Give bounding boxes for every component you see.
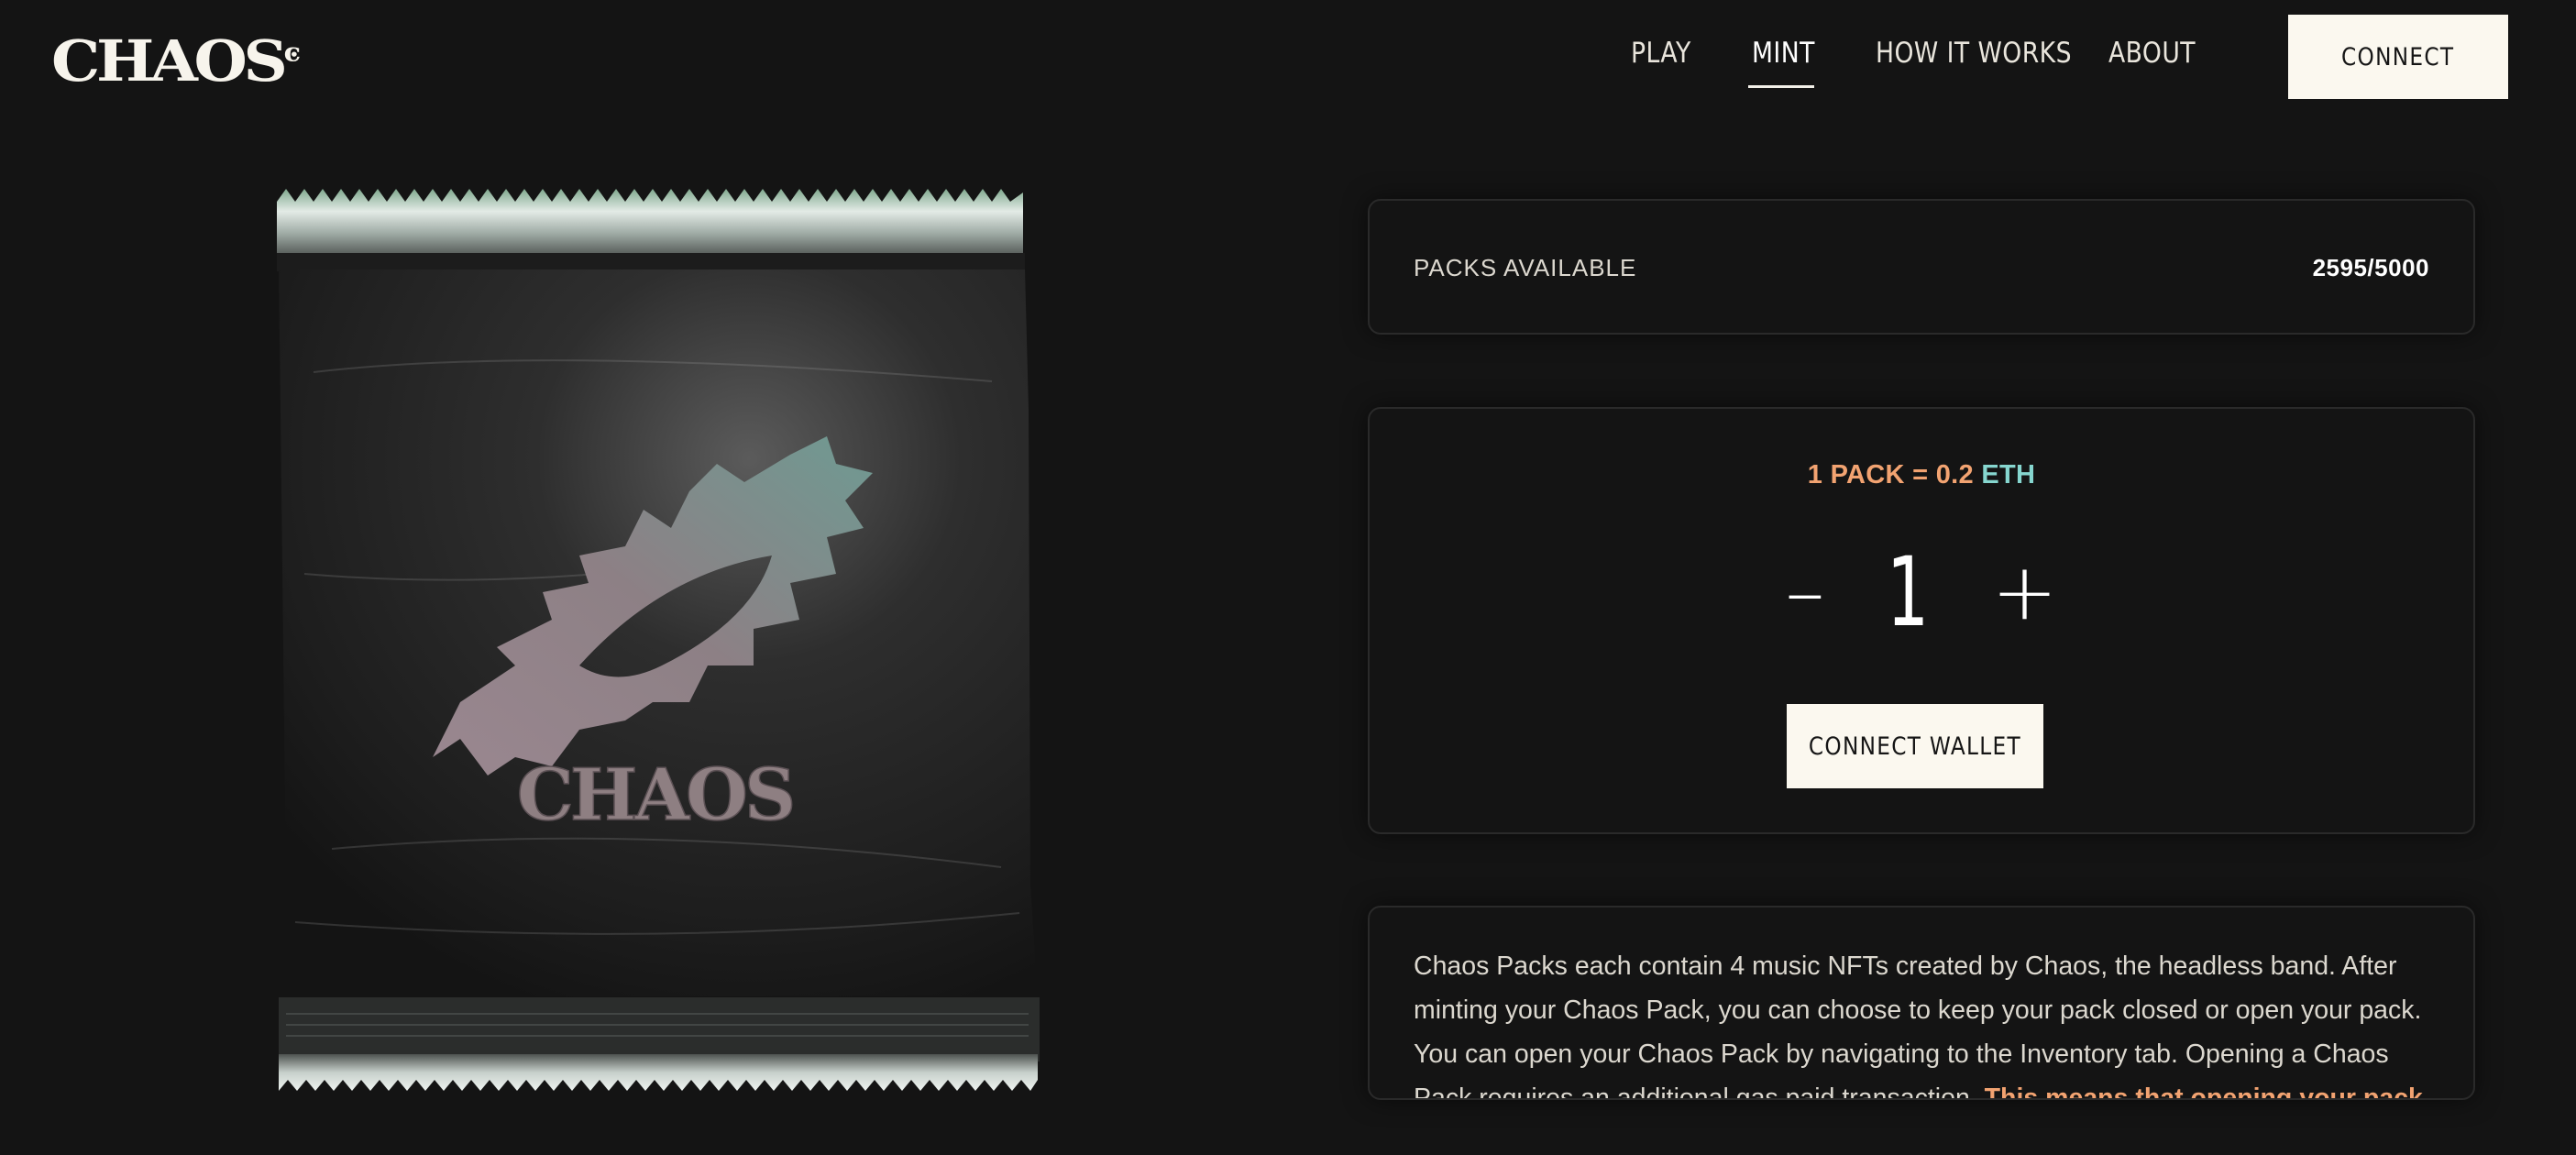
chaos-pack-image: CHAOS (277, 189, 1040, 1091)
quantity-stepper: – 1 + (1370, 537, 2473, 647)
price-amount: 1 PACK = 0.2 (1807, 460, 1974, 490)
nav-play[interactable]: PLAY (1631, 37, 1691, 70)
pack-top-crimp (277, 189, 1023, 253)
price-currency: ETH (1981, 460, 2036, 490)
connect-wallet-label: CONNECT WALLET (1808, 732, 2022, 761)
increment-button[interactable]: + (1992, 553, 2058, 632)
description-text: Chaos Packs each contain 4 music NFTs cr… (1414, 944, 2440, 1100)
connect-button-label: CONNECT (2341, 42, 2455, 72)
availability-panel: PACKS AVAILABLE 2595/5000 (1368, 199, 2475, 335)
mint-panel: 1 PACK = 0.2 ETH – 1 + CONNECT WALLET (1368, 407, 2475, 834)
price-label: 1 PACK = 0.2 ETH (1370, 460, 2473, 490)
nav-mint[interactable]: MINT (1752, 37, 1815, 70)
description-body: Chaos Packs each contain 4 music NFTs cr… (1414, 952, 2422, 1100)
pack-body (279, 270, 1038, 997)
pack-wordmark: CHAOS (517, 754, 793, 837)
decrement-button[interactable]: – (1785, 553, 1824, 632)
packs-available-count: 2595/5000 (2312, 254, 2429, 281)
packs-available-label: PACKS AVAILABLE (1414, 254, 1637, 281)
nav-about[interactable]: ABOUT (2108, 37, 2196, 70)
connect-wallet-button[interactable]: CONNECT WALLET (1787, 704, 2043, 788)
pack-bottom-crimp (279, 1054, 1038, 1091)
main-nav: PLAY MINT HOW IT WORKS ABOUT (0, 37, 2576, 92)
connect-button[interactable]: CONNECT (2288, 15, 2508, 99)
nav-how-it-works[interactable]: HOW IT WORKS (1876, 37, 2072, 70)
nav-active-underline (1748, 85, 1814, 88)
quantity-value: 1 (1887, 536, 1930, 648)
description-panel: Chaos Packs each contain 4 music NFTs cr… (1368, 906, 2475, 1100)
